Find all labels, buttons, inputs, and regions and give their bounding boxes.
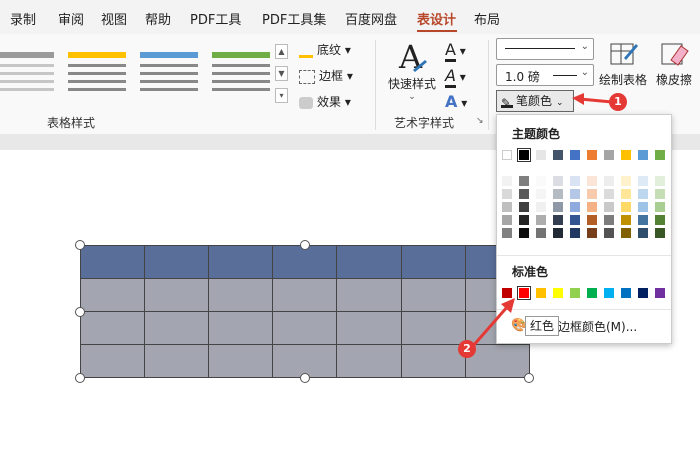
callout-arrow-1 [579, 97, 613, 104]
callout-badge-1: 1 [609, 93, 627, 111]
callout-badge-2: 2 [458, 340, 476, 358]
callout-arrow-2 [471, 305, 510, 347]
callout-arrows [471, 93, 613, 347]
arrowhead-1 [572, 93, 584, 105]
